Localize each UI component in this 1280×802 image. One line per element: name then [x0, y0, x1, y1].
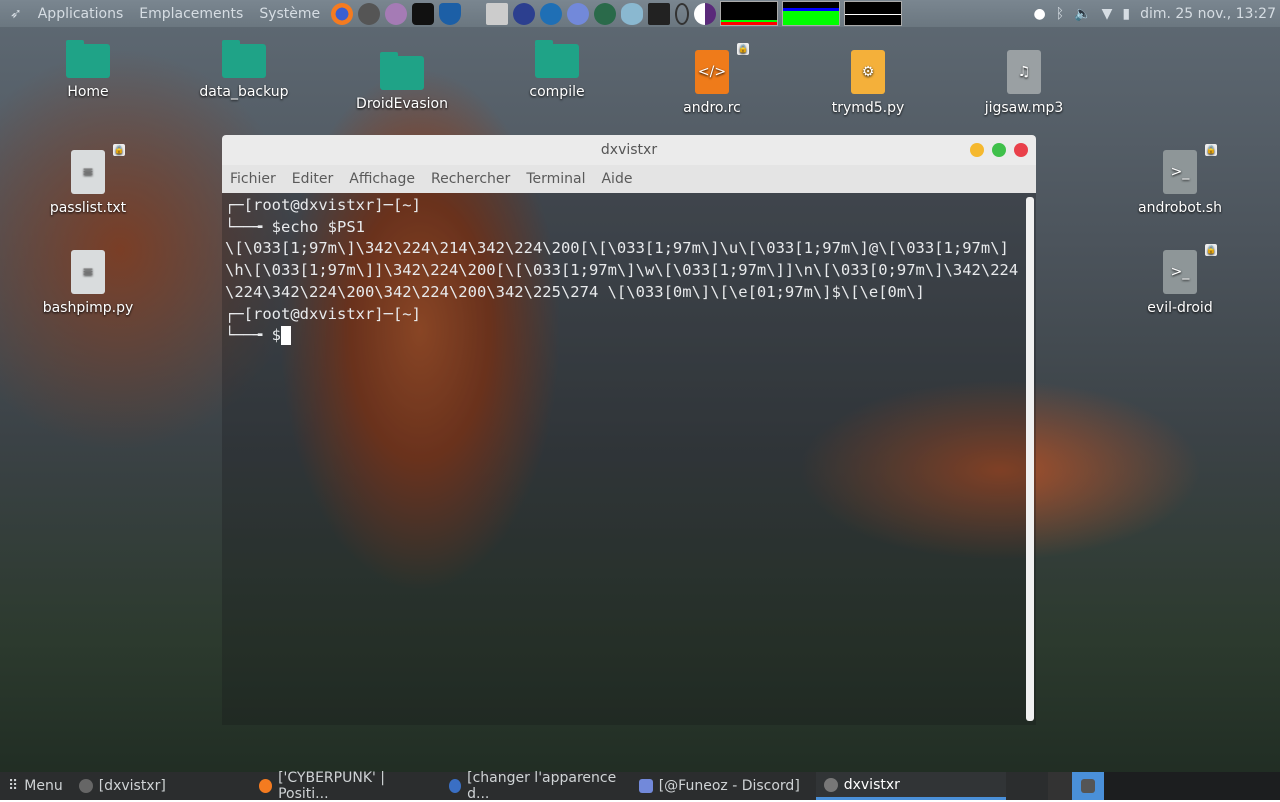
menu-affichage[interactable]: Affichage: [349, 171, 415, 187]
terminal-icon: [78, 779, 93, 793]
python-file-icon: ⚙: [851, 50, 885, 94]
maximize-button[interactable]: [992, 143, 1006, 157]
menu-applications[interactable]: Applications: [38, 6, 124, 22]
menu-editer[interactable]: Editer: [292, 171, 333, 187]
prompt-line: ┌─[root@dxvistxr]─[~]: [225, 196, 421, 214]
text-file-icon: ≡: [71, 150, 105, 194]
lock-icon: 🔒: [1205, 244, 1217, 256]
task-terminal-active[interactable]: dxvistxr: [815, 772, 1006, 800]
desktop-icon-evil-droid[interactable]: >_ 🔒 evil-droid: [1125, 244, 1235, 316]
clock[interactable]: dim. 25 nov., 13:27: [1140, 6, 1276, 22]
desktop-icon-data-backup[interactable]: data_backup: [189, 40, 299, 100]
prompt-line: ┌─[root@dxvistxr]─[~]: [225, 304, 421, 323]
lock-icon: 🔒: [737, 43, 749, 55]
workspace-1[interactable]: [1047, 772, 1072, 800]
prompt-line: └──╼ $: [225, 326, 281, 345]
task-vscode[interactable]: [changer l'apparence d...: [441, 770, 631, 802]
menu-button[interactable]: ⠿ Menu: [0, 772, 71, 800]
code-file-icon: </>: [695, 50, 729, 94]
lock-icon: 🔒: [113, 144, 125, 156]
desktop-icon-bashpimp[interactable]: ≡ bashpimp.py: [33, 250, 143, 316]
lightbulb-icon[interactable]: [674, 2, 689, 25]
task-firefox[interactable]: ['CYBERPUNK' | Positi...: [251, 770, 441, 802]
menu-fichier[interactable]: Fichier: [230, 171, 276, 187]
firefox-icon[interactable]: [330, 2, 353, 25]
desktop-icon-andro-rc[interactable]: </> 🔒 andro.rc: [657, 43, 767, 116]
command-output: \[\033[1;97m\]\342\224\214\342\224\200[\…: [225, 239, 1019, 301]
terminal-output[interactable]: ┌─[root@dxvistxr]─[~] └──╼ $echo $PS1 \[\0…: [222, 193, 1036, 725]
volume-icon[interactable]: 🔈: [1074, 6, 1091, 22]
window-title: dxvistxr: [600, 142, 658, 158]
audio-file-icon: ♫: [1007, 50, 1041, 94]
discord-icon: [638, 779, 653, 793]
network-monitor-graph: [844, 1, 903, 26]
metasploit-icon[interactable]: [438, 2, 461, 25]
task-terminal-1[interactable]: [dxvistxr]: [71, 772, 251, 800]
terminal-window[interactable]: dxvistxr Fichier Editer Affichage Recher…: [222, 135, 1036, 725]
tor-browser-icon[interactable]: [693, 2, 716, 25]
desktop-icon-trymd5[interactable]: ⚙ trymd5.py: [813, 50, 923, 116]
alien-icon[interactable]: [485, 2, 508, 25]
desktop-icon-androbot[interactable]: >_ 🔒 androbot.sh: [1125, 144, 1235, 216]
discord-tray-icon[interactable]: ●: [1034, 6, 1046, 22]
workspace-2-active[interactable]: [1071, 772, 1104, 800]
home-folder-icon: [66, 40, 110, 78]
eye-icon[interactable]: [620, 2, 643, 25]
terminal-icon[interactable]: [357, 2, 380, 25]
menu-aide[interactable]: Aide: [601, 171, 632, 187]
terminal-icon: [823, 777, 838, 792]
wireshark-icon[interactable]: [539, 2, 562, 25]
battery-icon[interactable]: ▮: [1122, 6, 1130, 22]
terminal-titlebar[interactable]: dxvistxr: [222, 135, 1036, 165]
bottom-taskbar: ⠿ Menu [dxvistxr] ['CYBERPUNK' | Positi..…: [0, 770, 1280, 802]
desktop-icon-droidevasion[interactable]: DroidEvasion: [347, 52, 457, 112]
desktop-icon-compile[interactable]: compile: [502, 40, 612, 100]
kali-dragon-icon[interactable]: [593, 2, 616, 25]
folder-icon: [380, 52, 424, 90]
text-file-icon: ≡: [71, 250, 105, 294]
task-discord[interactable]: [@Funeoz - Discord]: [631, 772, 816, 800]
workspace-3[interactable]: [1103, 772, 1280, 800]
lock-icon: 🔒: [1205, 144, 1217, 156]
grid-icon: ⠿: [8, 778, 19, 794]
menu-places[interactable]: Emplacements: [139, 6, 243, 22]
memory-monitor-graph: [782, 1, 841, 26]
menu-system[interactable]: Système: [259, 6, 320, 22]
firefox-icon: [258, 779, 273, 793]
terminal-icon: [1080, 779, 1095, 793]
menu-terminal[interactable]: Terminal: [526, 171, 585, 187]
minimize-button[interactable]: [970, 143, 984, 157]
wifi-icon[interactable]: ▼: [1102, 6, 1113, 22]
cpu-monitor-graph: [720, 1, 779, 26]
text-editor-icon[interactable]: [384, 2, 407, 25]
folder-icon: [535, 40, 579, 78]
vscode-icon: [448, 779, 462, 793]
script-file-icon: >_: [1163, 250, 1197, 294]
folder-icon: [222, 40, 266, 78]
menu-rechercher[interactable]: Rechercher: [431, 171, 510, 187]
close-button[interactable]: [1014, 143, 1028, 157]
terminal-menubar: Fichier Editer Affichage Rechercher Term…: [222, 165, 1036, 193]
vscode-icon[interactable]: [512, 2, 535, 25]
desktop-icon-passlist[interactable]: ≡ 🔒 passlist.txt: [33, 144, 143, 216]
bluetooth-icon[interactable]: ᛒ: [1056, 6, 1064, 22]
text-cursor: [281, 326, 291, 346]
desktop-icon-home[interactable]: Home: [33, 40, 143, 100]
top-panel: ➶ Applications Emplacements Système ● ᛒ …: [0, 0, 1280, 27]
discord-icon[interactable]: [566, 2, 589, 25]
script-file-icon: >_: [1163, 150, 1197, 194]
hacker-app-icon[interactable]: [411, 2, 434, 25]
scrollbar[interactable]: [1026, 197, 1034, 721]
command-line: └──╼ $echo $PS1: [225, 217, 365, 236]
kali-menu-icon[interactable]: ➶: [10, 6, 22, 22]
desktop-icon-jigsaw[interactable]: ♫ jigsaw.mp3: [969, 50, 1079, 116]
network-tool-icon[interactable]: [647, 2, 670, 25]
